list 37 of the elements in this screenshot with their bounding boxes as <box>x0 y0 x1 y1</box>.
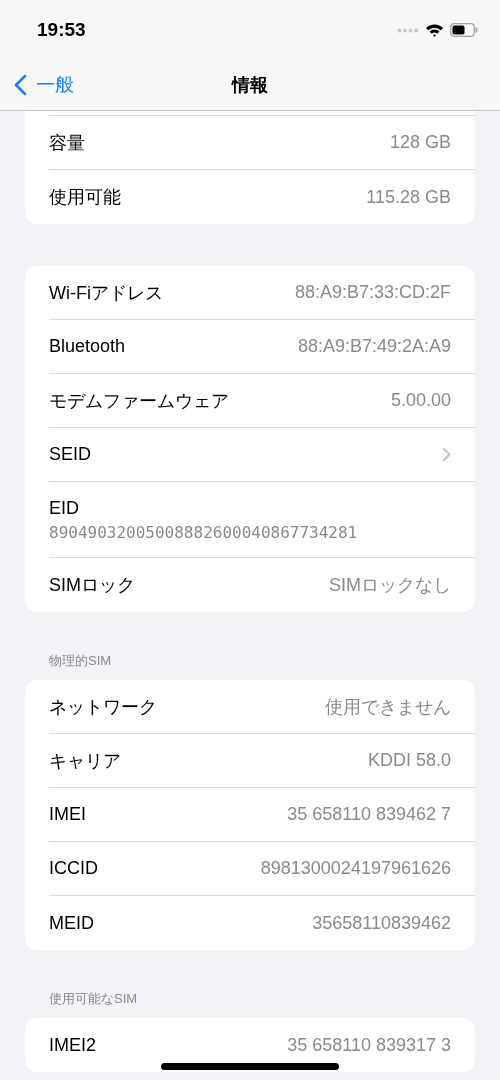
status-time: 19:53 <box>37 19 86 41</box>
wifi-icon <box>425 23 444 37</box>
row-label: EID <box>49 497 79 519</box>
row-value: 35 658110 839317 3 <box>287 1034 451 1056</box>
row-value: KDDI 58.0 <box>367 750 451 771</box>
row-value: 使用できません <box>325 695 451 719</box>
row-label: 使用可能 <box>49 186 121 209</box>
row-label: モデムファームウェア <box>49 389 229 413</box>
row-value: 88:A9:B7:49:2A:A9 <box>297 336 451 357</box>
row-label: MEID <box>49 912 94 934</box>
row-label: Bluetooth <box>49 336 126 357</box>
row-label: ICCID <box>49 858 98 879</box>
section-header: 物理的SIM <box>48 652 113 670</box>
row-label: Wi-Fiアドレス <box>49 281 163 305</box>
back-button[interactable]: 一般 <box>14 72 74 98</box>
battery-icon <box>450 23 478 37</box>
row-value: 115.28 GB <box>366 186 451 208</box>
row-label: 容量 <box>49 131 85 155</box>
row-value: 35658110839462 <box>312 912 451 934</box>
row-value: 5.00.00 <box>390 390 451 411</box>
page-title: 情報 <box>232 74 268 97</box>
row-value: 8981300024197961626 <box>260 858 451 879</box>
row-label: SIMロック <box>49 574 135 597</box>
back-chevron-icon <box>14 74 27 96</box>
row-value: 35 658110 839462 7 <box>287 804 451 825</box>
row-value: SIMロックなし <box>329 574 451 597</box>
row-label: IMEI <box>49 804 86 825</box>
row-label: IMEI2 <box>49 1034 96 1056</box>
row-label[interactable]: SEID <box>49 444 91 465</box>
chevron-icon[interactable] <box>442 447 451 462</box>
row-label: キャリア <box>49 749 121 773</box>
signal-icon <box>397 27 419 33</box>
section-header: 使用可能なSIM <box>48 990 139 1008</box>
row-value: 88:A9:B7:33:CD:2F <box>294 282 451 303</box>
row-label: ネットワーク <box>49 695 157 719</box>
row-value: 128 GB <box>389 132 451 153</box>
row-value: 89049032005008882600040867734281 <box>49 522 358 542</box>
